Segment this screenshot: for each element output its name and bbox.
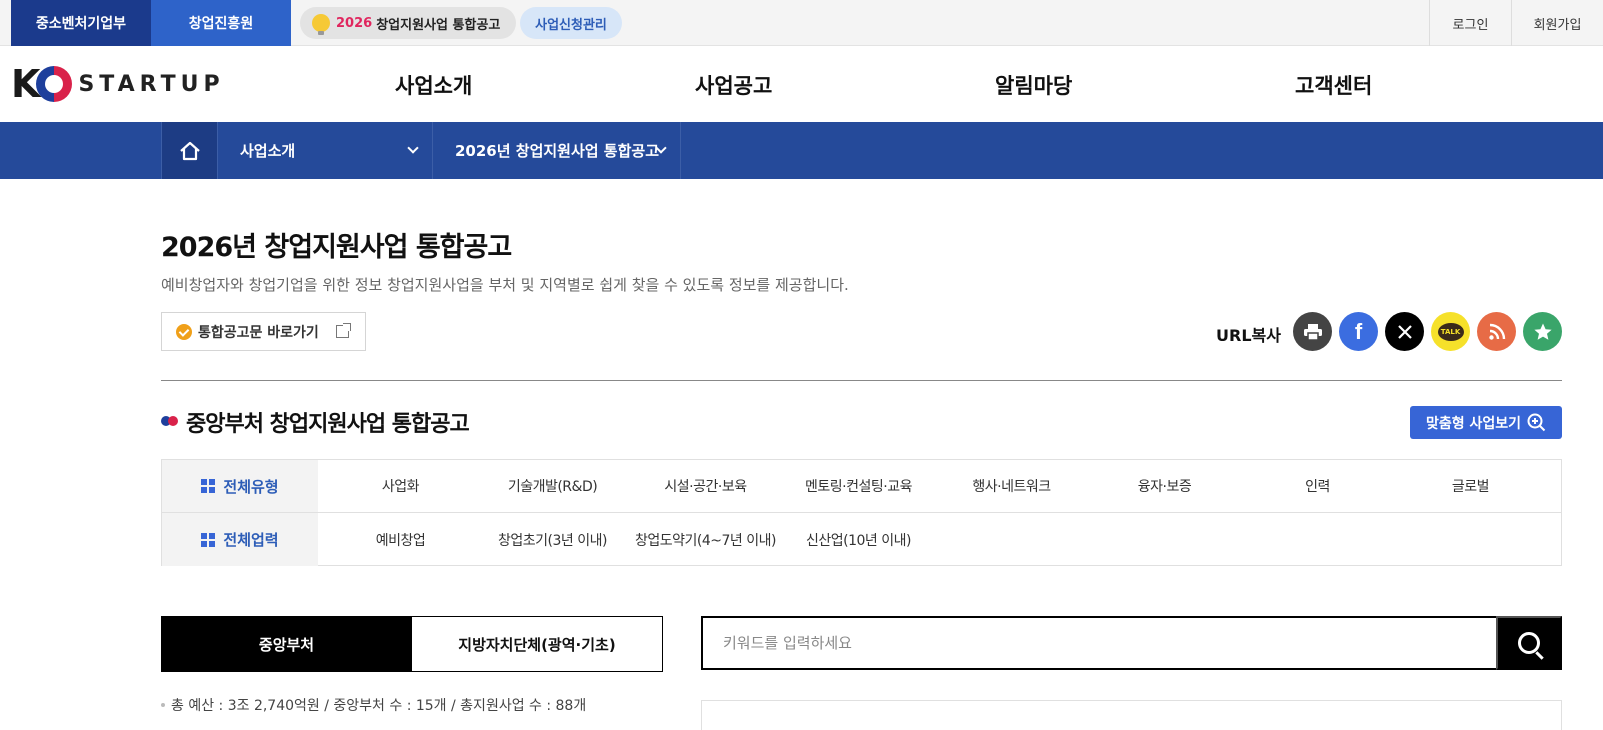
login-link[interactable]: 로그인: [1429, 0, 1511, 46]
chevron-down-icon: [407, 142, 419, 154]
print-button[interactable]: [1293, 312, 1332, 351]
check-circle-icon: [176, 323, 192, 340]
x-icon: [1397, 324, 1412, 339]
favorite-button[interactable]: [1523, 312, 1562, 351]
facebook-icon: f: [1354, 318, 1363, 344]
ministry-link[interactable]: 중소벤처기업부: [11, 0, 151, 46]
budget-summary-text: 총 예산 : 3조 2,740억원 / 중앙부처 수 : 15개 / 총지원사업…: [171, 698, 587, 714]
tab-local-government[interactable]: 지방자치단체(광역·기초): [412, 616, 663, 672]
custom-business-label: 맞춤형 사업보기: [1425, 415, 1522, 432]
gnb-item-board[interactable]: 알림마당: [995, 70, 1072, 100]
filter-type-option[interactable]: 융자·보증: [1087, 460, 1242, 512]
filter-row-type: 전체유형 사업화 기술개발(R&D) 시설·공간·보육 멘토링·컨설팅·교육 행…: [162, 460, 1561, 513]
filter-type-option[interactable]: 기술개발(R&D): [475, 460, 630, 512]
k-startup-logo[interactable]: K STARTUP: [11, 62, 225, 106]
url-copy-button[interactable]: URL복사: [1216, 322, 1281, 346]
section-dots-icon: [161, 416, 179, 426]
breadcrumb-level1: 사업소개: [240, 142, 296, 160]
filter-all-ages[interactable]: 전체업력: [162, 513, 318, 566]
kakao-share-button[interactable]: TALK: [1431, 312, 1470, 351]
bullet-icon: [161, 703, 165, 707]
home-button[interactable]: [161, 122, 218, 179]
agency-link[interactable]: 창업진흥원: [151, 0, 291, 46]
filter-type-option[interactable]: 행사·네트워크: [934, 460, 1089, 512]
notice-shortcut-button[interactable]: 통합공고문 바로가기: [161, 312, 366, 351]
notice-year: 2026: [336, 15, 373, 31]
section-title: 중앙부처 창업지원사업 통합공고: [186, 412, 470, 437]
breadcrumb-dropdown-2[interactable]: 2026년 창업지원사업 통합공고: [433, 122, 681, 179]
apply-manage-link[interactable]: 사업신청관리: [520, 7, 622, 39]
gnb-item-support[interactable]: 고객센터: [1295, 70, 1372, 100]
facebook-share-button[interactable]: f: [1339, 312, 1378, 351]
x-share-button[interactable]: [1385, 312, 1424, 351]
custom-business-button[interactable]: 맞춤형 사업보기: [1410, 406, 1562, 439]
lightbulb-icon: [312, 14, 330, 35]
gnb-item-intro[interactable]: 사업소개: [395, 70, 472, 100]
section-divider: [161, 380, 1562, 381]
keyword-search-input[interactable]: [701, 616, 1497, 670]
breadcrumb-level2: 2026년 창업지원사업 통합공고: [455, 142, 659, 160]
location-bar: 사업소개 2026년 창업지원사업 통합공고: [0, 122, 1603, 179]
filter-all-types-label: 전체유형: [223, 477, 279, 496]
filter-age-option[interactable]: 신산업(10년 이내): [781, 513, 936, 566]
filter-all-ages-label: 전체업력: [223, 531, 279, 549]
gnb-item-notice[interactable]: 사업공고: [695, 70, 772, 100]
logo-k: K: [11, 62, 40, 106]
top-utility-bar: 중소벤처기업부 창업진흥원 2026 창업지원사업 통합공고 사업신청관리 로그…: [0, 0, 1603, 46]
filter-age-option[interactable]: 창업도약기(4~7년 이내): [628, 513, 783, 566]
zoom-in-icon: [1527, 413, 1546, 432]
home-icon: [179, 141, 200, 160]
grid-icon: [201, 479, 216, 493]
rss-icon: [1488, 323, 1505, 340]
filter-all-types[interactable]: 전체유형: [162, 460, 318, 512]
filter-type-option[interactable]: 시설·공간·보육: [628, 460, 783, 512]
notice-text: 창업지원사업 통합공고: [376, 17, 501, 33]
budget-summary: 총 예산 : 3조 2,740억원 / 중앙부처 수 : 15개 / 총지원사업…: [161, 695, 586, 715]
print-icon: [1303, 323, 1322, 341]
search-button[interactable]: [1496, 616, 1562, 670]
logo-text: STARTUP: [78, 71, 225, 97]
filter-type-option[interactable]: 사업화: [323, 460, 478, 512]
integrated-notice-link[interactable]: 2026 창업지원사업 통합공고: [300, 7, 516, 39]
page-description: 예비창업자와 창업기업을 위한 정보 창업지원사업을 부처 및 지역별로 쉽게 …: [161, 276, 849, 294]
filter-table: 전체유형 사업화 기술개발(R&D) 시설·공간·보육 멘토링·컨설팅·교육 행…: [161, 459, 1562, 566]
star-icon: [1533, 323, 1552, 340]
filter-age-option[interactable]: 창업초기(3년 이내): [475, 513, 630, 566]
shortcut-label: 통합공고문 바로가기: [198, 324, 319, 341]
filter-type-option[interactable]: 글로벌: [1393, 460, 1548, 512]
filter-age-option[interactable]: 예비창업: [323, 513, 478, 566]
filter-type-option[interactable]: 멘토링·컨설팅·교육: [781, 460, 936, 512]
grid-icon: [201, 532, 216, 547]
result-panel: [701, 700, 1562, 730]
breadcrumb-dropdown-1[interactable]: 사업소개: [218, 122, 433, 179]
rss-button[interactable]: [1477, 312, 1516, 351]
search-icon: [1518, 632, 1540, 654]
main-header: K STARTUP 사업소개 사업공고 알림마당 고객센터: [0, 46, 1603, 122]
kakao-talk-icon: TALK: [1437, 322, 1464, 341]
filter-type-option[interactable]: 인력: [1240, 460, 1395, 512]
tab-central-ministry[interactable]: 중앙부처: [161, 616, 412, 672]
external-link-icon: [336, 323, 351, 338]
page-title: 2026년 창업지원사업 통합공고: [161, 232, 512, 263]
join-link[interactable]: 회원가입: [1511, 0, 1603, 46]
filter-row-age: 전체업력 예비창업 창업초기(3년 이내) 창업도약기(4~7년 이내) 신산업…: [162, 513, 1561, 566]
logo-taegeuk-icon: [36, 66, 73, 102]
